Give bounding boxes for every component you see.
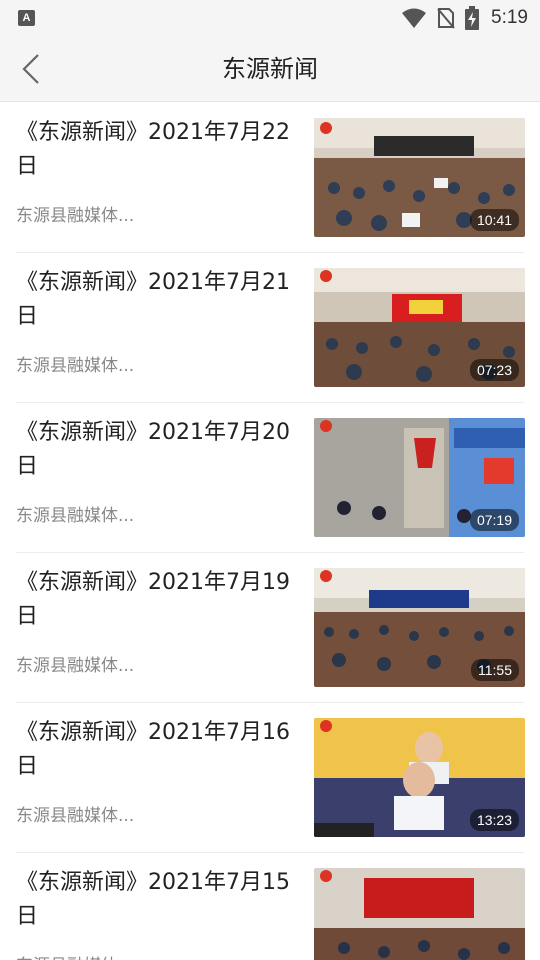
news-title: 《东源新闻》2021年7月20日 (16, 420, 290, 479)
no-sim-icon (437, 7, 455, 29)
news-title: 《东源新闻》2021年7月15日 (16, 870, 290, 929)
news-item[interactable]: 《东源新闻》2021年7月16日 东源县融媒体... 13:23 (0, 703, 540, 853)
clock: 5:19 (491, 7, 528, 28)
video-thumbnail[interactable]: 10:41 (314, 118, 525, 237)
news-source: 东源县融媒体... (16, 951, 134, 960)
news-item[interactable]: 《东源新闻》2021年7月22日 东源县融媒体... 10:41 (0, 103, 540, 253)
video-duration: 07:19 (469, 509, 519, 531)
wifi-icon (401, 7, 427, 29)
app-bar: 东源新闻 (0, 36, 540, 102)
status-bar: A 5:19 (0, 0, 540, 36)
video-duration: 07:23 (469, 359, 519, 381)
news-title: 《东源新闻》2021年7月19日 (16, 570, 290, 629)
news-item[interactable]: 《东源新闻》2021年7月21日 东源县融媒体... 07:23 (0, 253, 540, 403)
battery-charging-icon (465, 6, 480, 30)
video-thumbnail[interactable]: 07:23 (314, 268, 525, 387)
news-source: 东源县融媒体... (16, 656, 135, 676)
news-list: 《东源新闻》2021年7月22日 东源县融媒体... 10:41 《东源新闻》2… (0, 103, 540, 960)
news-source: 东源县融媒体... (16, 506, 135, 526)
news-item[interactable]: 《东源新闻》2021年7月15日 东源县融媒体... (0, 853, 540, 960)
news-title: 《东源新闻》2021年7月22日 (16, 120, 290, 179)
video-duration: 11:55 (471, 659, 519, 681)
video-thumbnail[interactable]: 13:23 (314, 718, 525, 837)
video-duration: 13:23 (469, 809, 519, 831)
news-item[interactable]: 《东源新闻》2021年7月19日 东源县融媒体... 11:55 (0, 553, 540, 703)
page-title: 东源新闻 (222, 55, 318, 83)
video-duration: 10:41 (469, 209, 519, 231)
video-thumbnail[interactable] (314, 868, 525, 960)
news-source: 东源县融媒体... (16, 356, 135, 376)
news-title: 《东源新闻》2021年7月21日 (16, 270, 290, 329)
news-item[interactable]: 《东源新闻》2021年7月20日 东源县融媒体... 07:19 (0, 403, 540, 553)
video-thumbnail[interactable]: 07:19 (314, 418, 525, 537)
video-thumbnail[interactable]: 11:55 (314, 568, 525, 687)
news-source: 东源县融媒体... (16, 206, 135, 226)
news-source: 东源县融媒体... (16, 806, 135, 826)
news-title: 《东源新闻》2021年7月16日 (16, 720, 290, 779)
accessibility-notification-icon: A (18, 10, 35, 26)
